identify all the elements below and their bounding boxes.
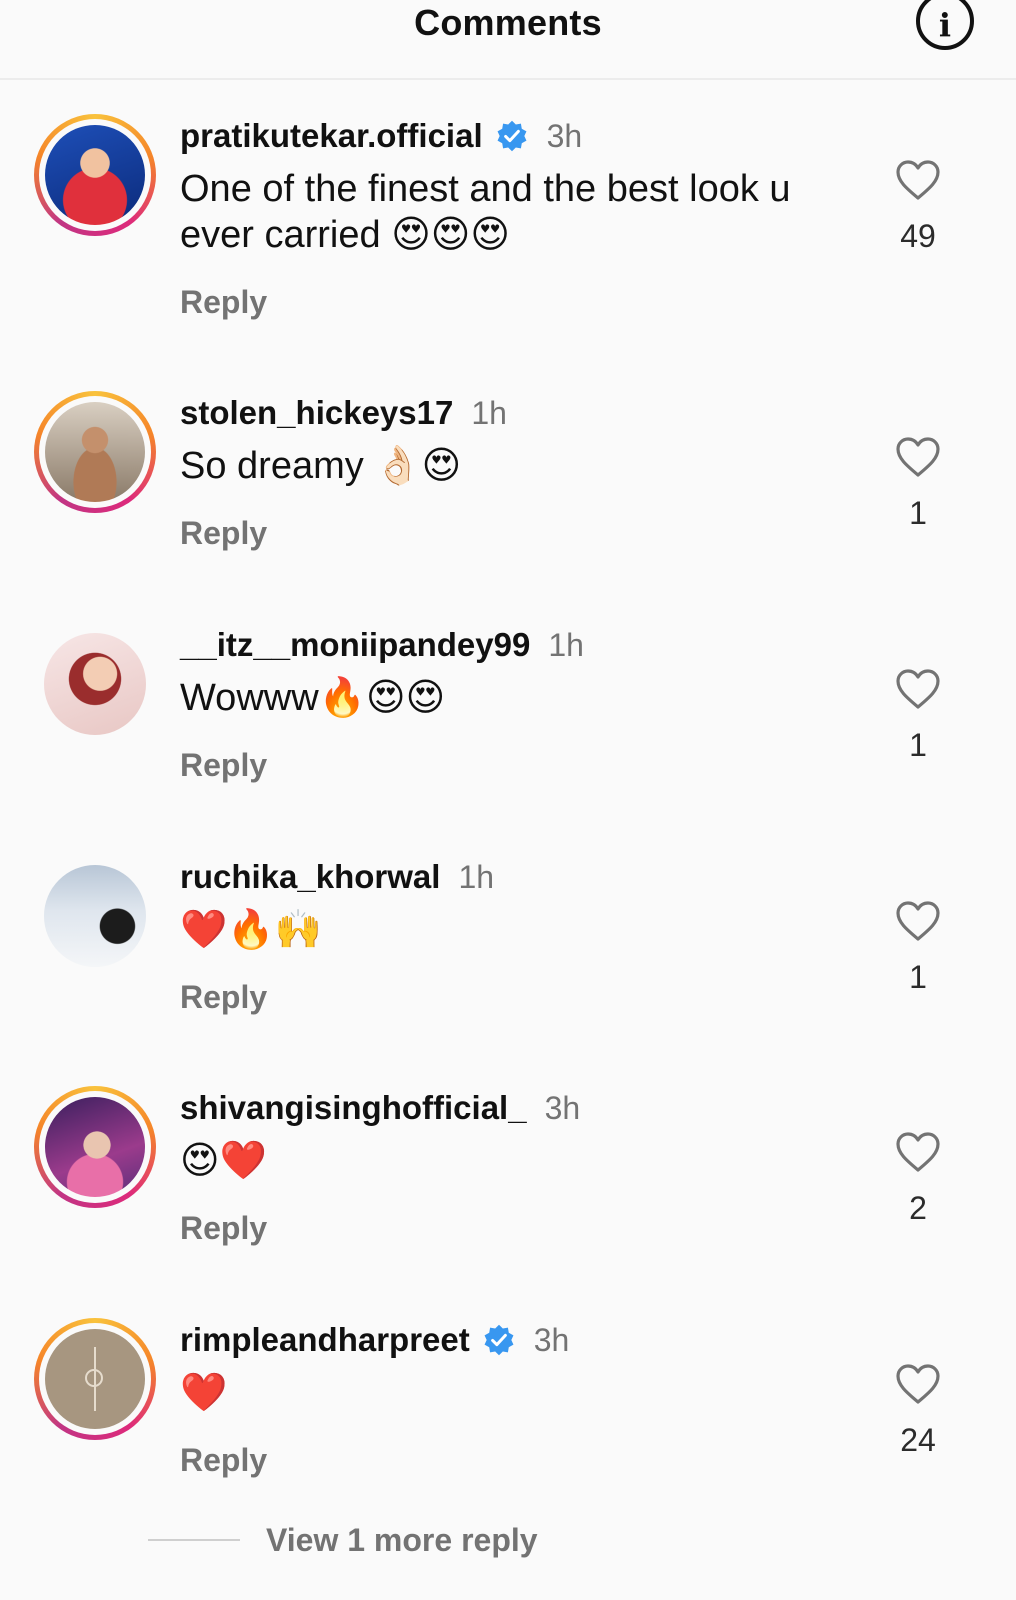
like-count: 1 [909,727,927,763]
reply-button[interactable]: Reply [180,1210,267,1247]
reply-thread-line [148,1539,240,1541]
comment-item: stolen_hickeys17 1h So dreamy 👌🏻😍 Reply … [0,391,1016,611]
like-count: 24 [900,1422,936,1458]
reply-button[interactable]: Reply [180,284,267,321]
comment-timestamp: 3h [533,1321,570,1358]
comment-username[interactable]: __itz__moniipandey99 [180,626,530,664]
comment-text: Wowww🔥😍😍 [180,677,446,719]
avatar-image [45,1329,145,1429]
comment-item: pratikutekar.official 3h One of the fine… [0,114,1016,334]
view-more-replies[interactable]: View 1 more reply [148,1520,538,1560]
comment-text: So dreamy 👌🏻😍 [180,445,462,487]
comment-item: shivangisinghofficial_ 3h 😍❤️ Reply 2 [0,1086,1016,1306]
avatar[interactable] [34,855,156,977]
avatar[interactable] [34,391,156,513]
heart-icon[interactable] [894,435,942,479]
reply-button[interactable]: Reply [180,1442,267,1479]
page-title: Comments [414,2,602,43]
reply-button[interactable]: Reply [180,747,267,784]
view-more-replies-label[interactable]: View 1 more reply [266,1522,538,1559]
comment-timestamp: 1h [548,626,584,663]
like-count: 1 [909,495,927,531]
comment-timestamp: 3h [544,1089,581,1126]
reply-button[interactable]: Reply [180,979,267,1016]
heart-icon[interactable] [894,1362,942,1406]
avatar-image [45,1097,145,1197]
avatar-image [45,402,145,502]
comment-text: 😍❤️ [180,1140,267,1182]
heart-icon[interactable] [894,158,942,202]
verified-badge-icon [497,120,527,152]
avatar[interactable] [34,114,156,236]
avatar-image [44,633,146,735]
avatar[interactable] [34,623,156,745]
avatar-image [44,865,146,967]
comment-timestamp: 1h [458,858,495,895]
comment-timestamp: 1h [471,394,507,431]
comment-timestamp: 3h [546,117,583,154]
like-count: 49 [900,218,936,254]
comment-username[interactable]: stolen_hickeys17 [180,394,453,432]
like-count: 2 [909,1190,927,1226]
avatar[interactable] [34,1086,156,1208]
comment-item: rimpleandharpreet 3h ❤️ Reply 24 [0,1318,1016,1538]
like-count: 1 [909,959,927,995]
comment-username[interactable]: pratikutekar.official [180,117,483,155]
header-bar: Comments i [0,0,1016,80]
comment-item: ruchika_khorwal 1h ❤️🔥🙌 Reply 1 [0,855,1016,1075]
reply-button[interactable]: Reply [180,515,267,552]
heart-icon[interactable] [894,667,942,711]
avatar[interactable] [34,1318,156,1440]
comment-text: ❤️🔥🙌 [180,909,322,951]
heart-icon[interactable] [894,1130,942,1174]
comment-username[interactable]: shivangisinghofficial_ [180,1089,527,1127]
comment-text: One of the finest and the best look u ev… [180,168,791,256]
comment-username[interactable]: ruchika_khorwal [180,858,440,896]
verified-badge-icon [484,1324,514,1356]
comment-text: ❤️ [180,1372,228,1414]
avatar-image [45,125,145,225]
comment-item: __itz__moniipandey99 1h Wowww🔥😍😍 Reply 1 [0,623,1016,843]
comment-username[interactable]: rimpleandharpreet [180,1321,470,1359]
heart-icon[interactable] [894,899,942,943]
